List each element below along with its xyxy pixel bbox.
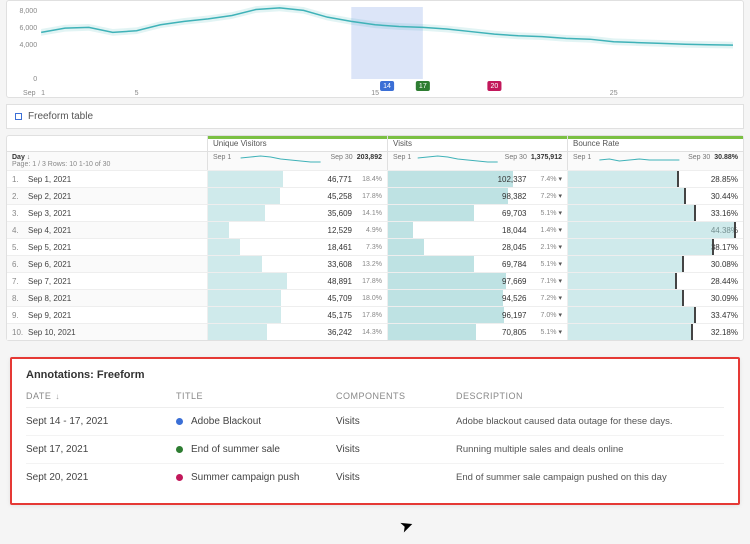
table-row[interactable]: 2.Sep 2, 2021 45,25817.8% 98,3827.2%▾ 30…: [7, 187, 743, 204]
collapse-icon[interactable]: [15, 113, 22, 120]
svg-text:17: 17: [419, 83, 427, 90]
annotations-freeform-panel: Annotations: Freeform DATE ↓ TITLE COMPON…: [10, 357, 740, 505]
cursor-icon: ➤: [397, 514, 416, 537]
annotation-row[interactable]: Sept 17, 2021 End of summer sale Visits …: [26, 436, 724, 464]
freeform-summary-row: Day ↓ Page: 1 / 3 Rows: 10 1-10 of 30 Se…: [7, 151, 743, 170]
col-description[interactable]: DESCRIPTION: [456, 391, 724, 401]
col-bounce-rate[interactable]: Bounce Rate: [567, 136, 743, 151]
table-row[interactable]: 5.Sep 5, 2021 18,4617.3% 28,0452.1%▾ 38.…: [7, 238, 743, 255]
svg-text:25: 25: [610, 90, 618, 97]
col-unique-visitors[interactable]: Unique Visitors: [207, 136, 387, 151]
svg-text:Sep: Sep: [23, 90, 36, 97]
table-row[interactable]: 3.Sep 3, 2021 35,60914.1% 69,7035.1%▾ 33…: [7, 204, 743, 221]
freeform-column-headers: Unique Visitors Visits Bounce Rate: [7, 136, 743, 151]
table-row[interactable]: 6.Sep 6, 2021 33,60813.2% 69,7845.1%▾ 30…: [7, 255, 743, 272]
table-row[interactable]: 4.Sep 4, 2021 12,5294.9% 18,0441.4%▾ 44.…: [7, 221, 743, 238]
sort-icon[interactable]: ↓: [55, 392, 60, 401]
annotation-row[interactable]: Sept 14 - 17, 2021 Adobe Blackout Visits…: [26, 408, 724, 436]
svg-text:20: 20: [491, 83, 499, 90]
pagination-label[interactable]: Page: 1 / 3 Rows: 10 1-10 of 30: [12, 161, 202, 168]
col-components[interactable]: COMPONENTS: [336, 391, 456, 401]
dimension-label[interactable]: Day: [12, 154, 25, 161]
line-chart-panel[interactable]: 0 4,000 6,000 8,000 14 17 20 1 Sep 5 15 25: [6, 0, 744, 98]
annotations-panel-title: Annotations: Freeform: [26, 369, 724, 381]
col-date[interactable]: DATE: [26, 391, 51, 401]
col-visits[interactable]: Visits: [387, 136, 567, 151]
svg-text:4,000: 4,000: [20, 42, 38, 49]
freeform-section-header: Freeform table: [6, 104, 744, 129]
svg-text:1: 1: [41, 90, 45, 97]
svg-text:5: 5: [135, 90, 139, 97]
svg-text:14: 14: [383, 83, 391, 90]
svg-text:6,000: 6,000: [20, 25, 38, 32]
annotations-headers: DATE ↓ TITLE COMPONENTS DESCRIPTION: [26, 391, 724, 408]
col-title[interactable]: TITLE: [176, 391, 336, 401]
line-chart: 0 4,000 6,000 8,000 14 17 20 1 Sep 5 15 25: [13, 3, 737, 97]
table-row[interactable]: 7.Sep 7, 2021 48,89117.8% 97,6697.1%▾ 28…: [7, 272, 743, 289]
table-row[interactable]: 9.Sep 9, 2021 45,17517.8% 96,1977.0%▾ 33…: [7, 306, 743, 323]
table-row[interactable]: 1.Sep 1, 2021 46,77118.4% 102,3377.4%▾ 2…: [7, 170, 743, 187]
table-row[interactable]: 8.Sep 8, 2021 45,70918.0% 94,5267.2%▾ 30…: [7, 289, 743, 306]
freeform-table: Unique Visitors Visits Bounce Rate Day ↓…: [6, 135, 744, 341]
svg-text:0: 0: [33, 76, 37, 83]
svg-text:15: 15: [371, 90, 379, 97]
annotation-row[interactable]: Sept 20, 2021 Summer campaign push Visit…: [26, 464, 724, 491]
section-title: Freeform table: [28, 111, 93, 122]
table-row[interactable]: 10.Sep 10, 2021 36,24214.3% 70,8055.1%▾ …: [7, 323, 743, 340]
svg-text:8,000: 8,000: [20, 8, 38, 15]
